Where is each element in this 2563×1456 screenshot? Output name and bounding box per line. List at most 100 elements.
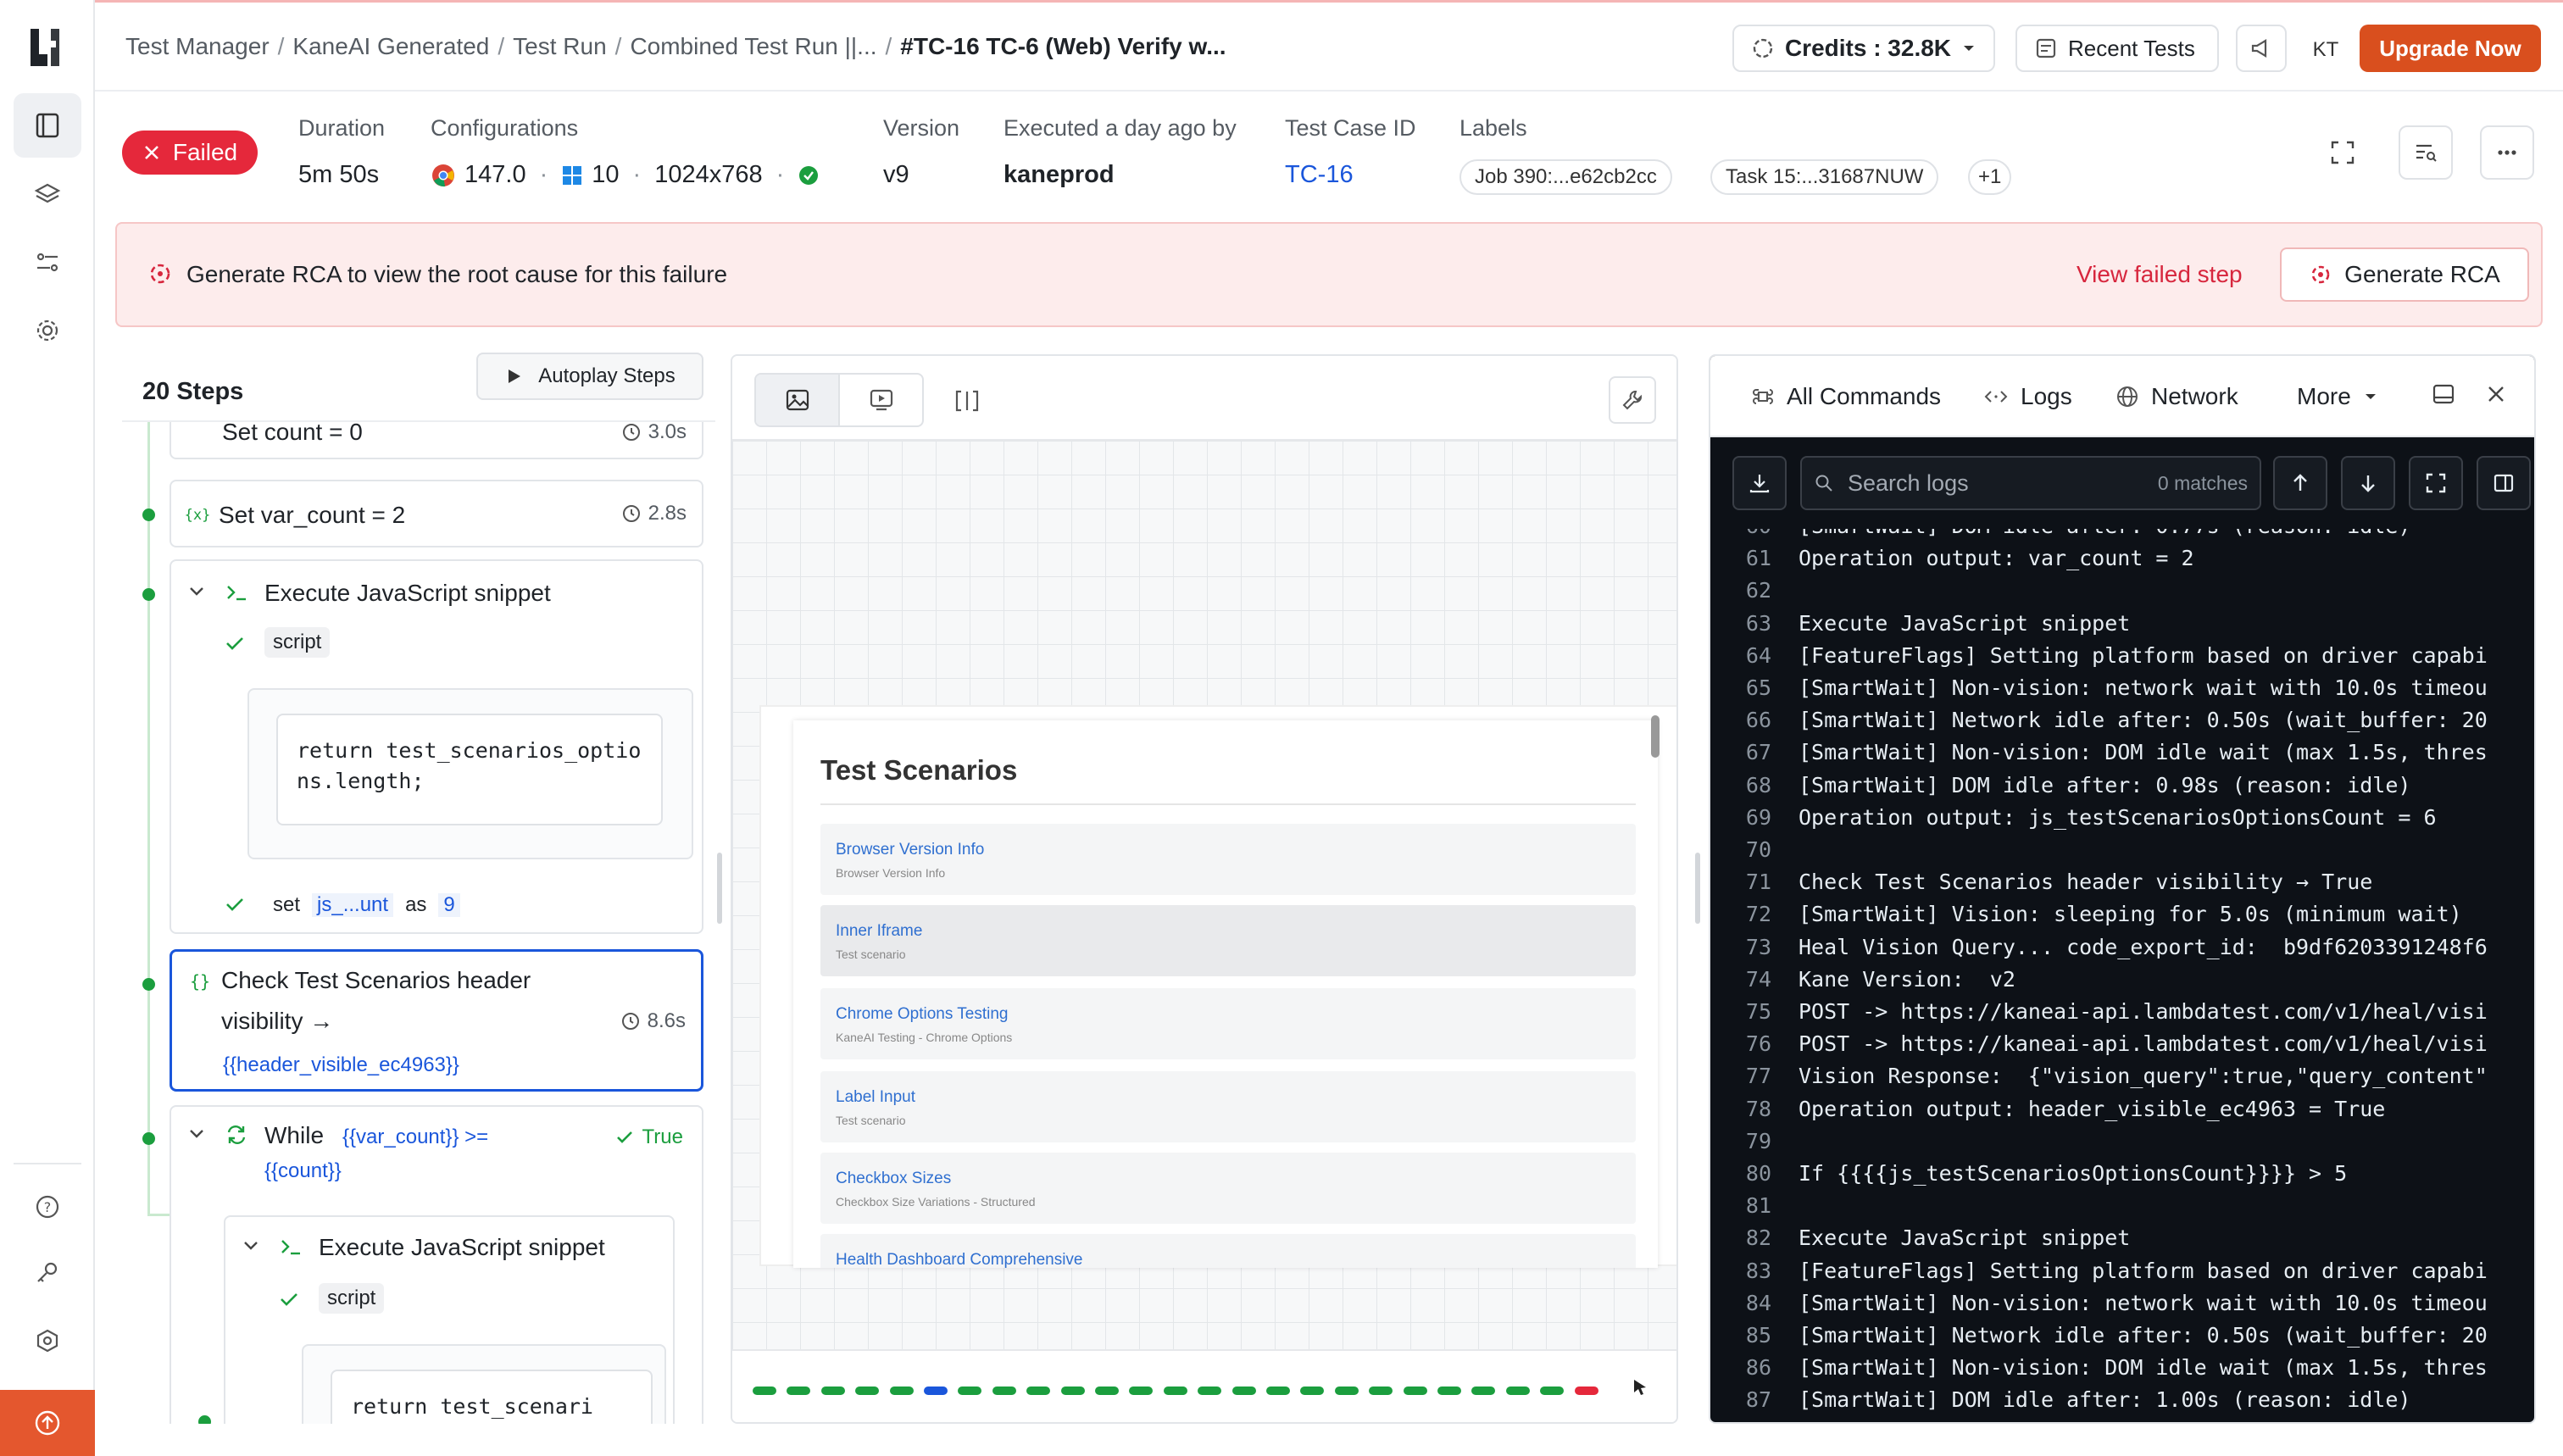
step-card-while[interactable]: While {{var_count}} >= {{count}} True Ex… xyxy=(170,1105,703,1424)
tcid-link[interactable]: TC-16 xyxy=(1285,161,1354,189)
app-screenshot[interactable]: Test Scenarios Browser Version Info Brows… xyxy=(759,705,1676,1268)
log-line-text: Heal Vision Query... code_export_id: b9d… xyxy=(1799,934,2488,959)
timeline-step-pass[interactable] xyxy=(1540,1387,1565,1395)
avatar[interactable]: KT xyxy=(2302,26,2349,74)
while-result: True xyxy=(615,1125,683,1149)
step-timeline[interactable] xyxy=(732,1349,1676,1422)
tab-more-dropdown[interactable]: More xyxy=(2297,383,2378,410)
nav-settings-gear-icon[interactable] xyxy=(14,298,81,363)
timeline-step-pass[interactable] xyxy=(1505,1387,1530,1395)
timeline-step-current[interactable] xyxy=(924,1387,948,1395)
search-logs-field[interactable]: Search logs 0 matches xyxy=(1800,456,2261,510)
video-view-button[interactable] xyxy=(840,375,922,425)
timeline-step-pass[interactable] xyxy=(1026,1387,1051,1395)
upgrade-rail-button[interactable] xyxy=(0,1390,95,1456)
svg-text:{x}: {x} xyxy=(185,507,210,524)
timeline-step-pass[interactable] xyxy=(1300,1387,1325,1395)
tab-network[interactable]: Network xyxy=(2115,383,2238,410)
more-options-button[interactable] xyxy=(2480,125,2534,180)
dock-panel-icon[interactable] xyxy=(2431,381,2456,407)
step-card-check-header[interactable]: {} Check Test Scenarios header visibilit… xyxy=(170,949,703,1092)
nav-flows-icon[interactable] xyxy=(14,231,81,295)
panel-resize-handle[interactable] xyxy=(717,853,722,924)
timeline-step-pass[interactable] xyxy=(1129,1387,1154,1395)
timeline-step-pass[interactable] xyxy=(855,1387,880,1395)
search-details-button[interactable] xyxy=(2399,125,2453,180)
breadcrumb-test-run[interactable]: Test Run xyxy=(513,33,607,59)
tab-label: Logs xyxy=(2021,383,2072,409)
step-card-set-count[interactable]: Set count = 0 3.0s xyxy=(170,422,703,459)
toggle-sidebar-button[interactable] xyxy=(2477,456,2531,510)
timeline-step-pass[interactable] xyxy=(1334,1387,1359,1395)
announcements-button[interactable] xyxy=(2236,25,2287,72)
configurations-value: 147.0 · 10 · 1024x768 · xyxy=(431,161,820,189)
tab-all-commands[interactable]: All Commands xyxy=(1751,383,1941,410)
integrations-icon[interactable] xyxy=(14,1309,81,1373)
timeline-step-pass[interactable] xyxy=(1471,1387,1496,1395)
log-line-number: 82 xyxy=(1745,1225,1771,1251)
fullscreen-button[interactable] xyxy=(2316,125,2370,180)
log-line-text: [SmartWait] DOM idle after: 0.77s (reaso… xyxy=(1799,529,2410,546)
timeline-step-pass[interactable] xyxy=(1095,1387,1119,1395)
label-tag-job[interactable]: Job 390:...e62cb2cc xyxy=(1459,159,1672,195)
duration-value: 5m 50s xyxy=(298,161,379,189)
output-var[interactable]: js_...unt xyxy=(312,893,394,917)
log-output[interactable]: 60 [SmartWait] DOM idle after: 0.77s (rea… xyxy=(1710,529,2534,1422)
chevron-down-icon[interactable] xyxy=(186,1124,207,1144)
log-line-text: [SmartWait] DOM idle after: 0.98s (reaso… xyxy=(1799,772,2411,797)
lambdatest-logo-icon[interactable] xyxy=(25,25,69,69)
timeline-step-pass[interactable] xyxy=(1163,1387,1187,1395)
chevron-down-icon[interactable] xyxy=(186,581,207,602)
timeline-step-pass[interactable] xyxy=(753,1387,776,1395)
timeline-step-pass[interactable] xyxy=(889,1387,914,1395)
code-frame: return test_scenari xyxy=(302,1344,666,1424)
breadcrumb-combined-run[interactable]: Combined Test Run ||... xyxy=(630,33,876,59)
timeline-step-fail[interactable] xyxy=(1574,1387,1598,1395)
panel-resize-handle[interactable] xyxy=(1695,853,1700,924)
next-match-button[interactable] xyxy=(2341,456,2395,510)
step-list[interactable]: Set count = 0 3.0s {x} Set var_count = 2… xyxy=(122,420,715,1424)
timeline-step-pass[interactable] xyxy=(1198,1387,1222,1395)
autoplay-steps-button[interactable]: Autoplay Steps xyxy=(476,353,703,400)
generate-rca-button[interactable]: Generate RCA xyxy=(2280,247,2529,302)
help-icon[interactable]: ? xyxy=(14,1175,81,1239)
log-line-text: Check Test Scenarios header visibility →… xyxy=(1799,870,2373,895)
step-card-set-var-count[interactable]: {x} Set var_count = 2 2.8s xyxy=(170,480,703,547)
timeline-step-pass[interactable] xyxy=(1231,1387,1256,1395)
label-tag-task[interactable]: Task 15:...31687NUW xyxy=(1710,159,1939,195)
previous-match-button[interactable] xyxy=(2273,456,2327,510)
timeline-step-pass[interactable] xyxy=(958,1387,982,1395)
image-view-button[interactable] xyxy=(756,375,840,425)
inspect-tool-button[interactable] xyxy=(1609,376,1656,424)
chevron-down-icon[interactable] xyxy=(241,1236,261,1256)
timeline-step-pass[interactable] xyxy=(1369,1387,1393,1395)
key-icon[interactable] xyxy=(14,1241,81,1305)
view-failed-step-link[interactable]: View failed step xyxy=(2077,261,2243,288)
breadcrumb-kaneai-generated[interactable]: KaneAI Generated xyxy=(292,33,489,59)
timeline-step-pass[interactable] xyxy=(1266,1387,1290,1395)
upgrade-now-button[interactable]: Upgrade Now xyxy=(2360,25,2541,72)
step-card-nested-execute-js[interactable]: Execute JavaScript snippet script return… xyxy=(224,1215,675,1424)
tab-logs[interactable]: Logs xyxy=(1983,383,2072,410)
download-logs-button[interactable] xyxy=(1732,456,1787,510)
recent-tests-button[interactable]: Recent Tests xyxy=(2015,25,2219,72)
timeline-step-pass[interactable] xyxy=(820,1387,845,1395)
split-view-icon[interactable] xyxy=(953,386,981,415)
nav-test-manager-icon[interactable] xyxy=(14,93,81,158)
log-line-number: 77 xyxy=(1745,1064,1771,1089)
timeline-step-pass[interactable] xyxy=(1403,1387,1427,1395)
close-icon[interactable] xyxy=(2485,383,2507,405)
kaneai-agent-icon xyxy=(799,165,819,185)
timeline-step-pass[interactable] xyxy=(1437,1387,1461,1395)
credits-dropdown[interactable]: Credits : 32.8K xyxy=(1732,25,1995,72)
step-card-execute-js[interactable]: Execute JavaScript snippet script return… xyxy=(170,559,703,934)
breadcrumb-test-manager[interactable]: Test Manager xyxy=(125,33,270,59)
arrow-up-circle-icon xyxy=(35,1410,60,1436)
timeline-step-pass[interactable] xyxy=(992,1387,1016,1395)
label-tag-more[interactable]: +1 xyxy=(1968,159,2012,195)
timeline-step-pass[interactable] xyxy=(787,1387,811,1395)
nav-layers-icon[interactable] xyxy=(14,163,81,227)
log-line-number: 60 xyxy=(1727,529,1771,546)
expand-logs-button[interactable] xyxy=(2409,456,2463,510)
timeline-step-pass[interactable] xyxy=(1060,1387,1085,1395)
